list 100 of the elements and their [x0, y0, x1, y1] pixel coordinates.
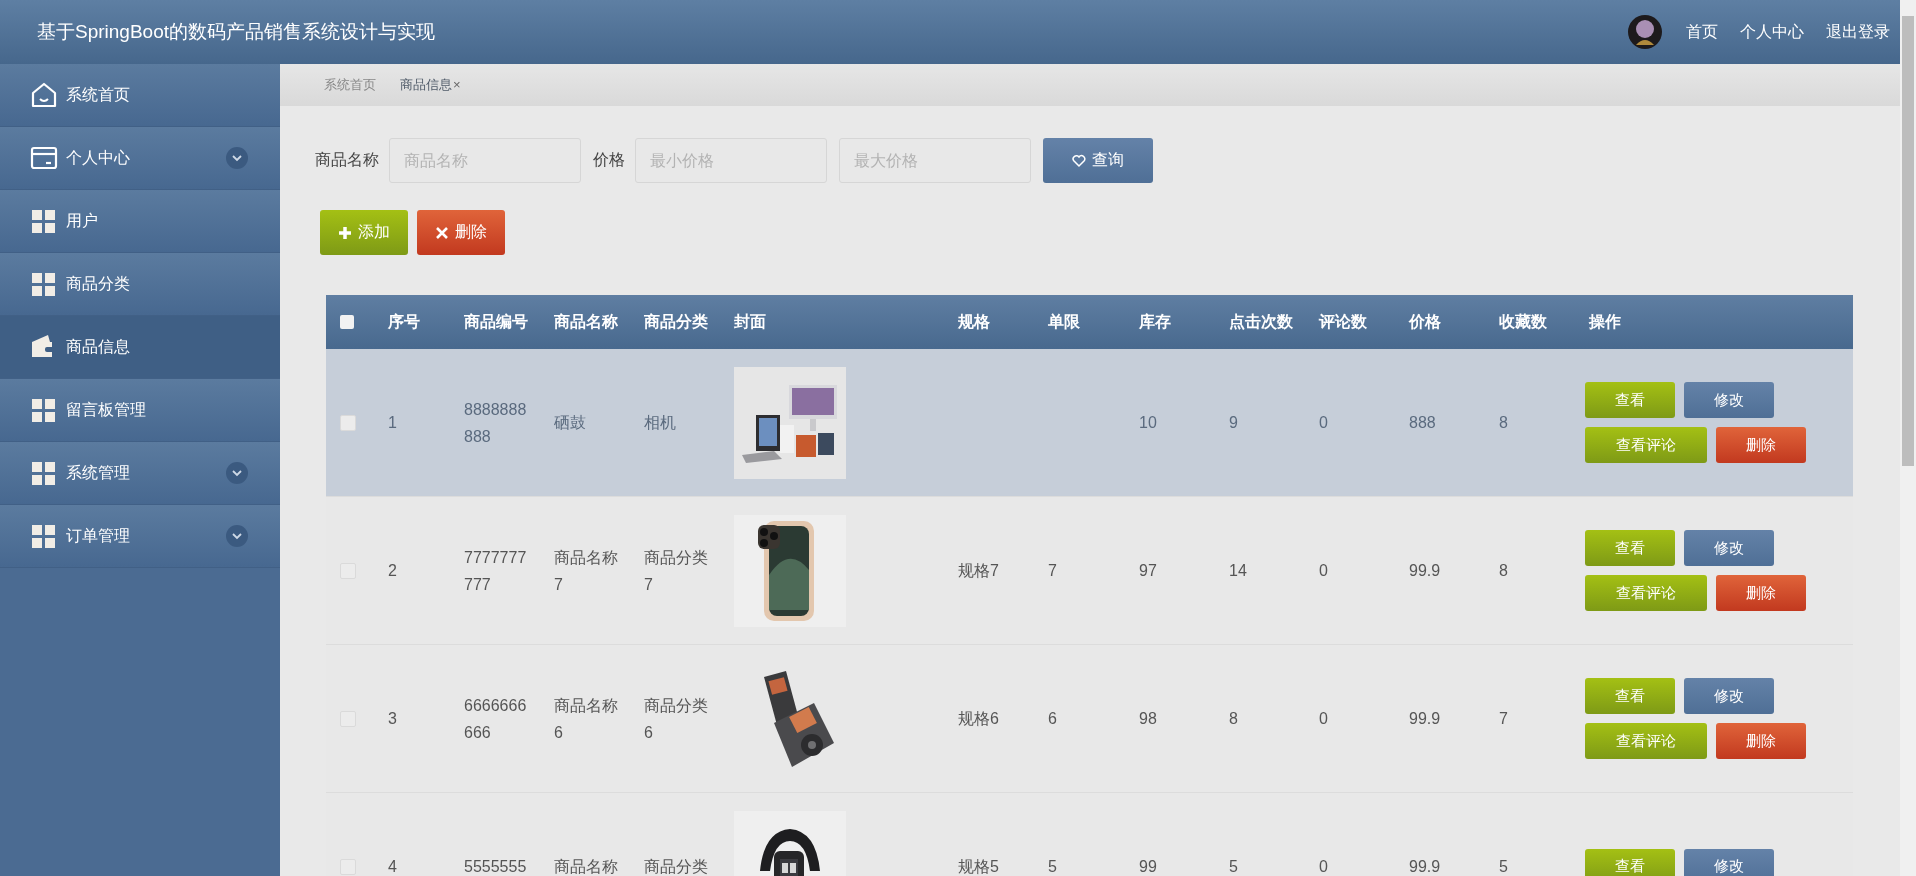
view-button[interactable]: 查看 [1585, 678, 1675, 714]
column-header: 商品分类 [644, 311, 708, 332]
table-cell-text: 4 [388, 857, 397, 876]
sidebar-item[interactable]: 商品信息 [0, 316, 280, 379]
table-cell-text: 9 [1229, 413, 1238, 433]
table-cell-text: 商品分类 [644, 857, 708, 876]
table-cell-text: 99.9 [1409, 561, 1441, 581]
sidebar-item[interactable]: 商品分类 [0, 253, 280, 316]
delete-button[interactable]: 删除 [1716, 723, 1806, 759]
table-cell-text: 8 [1499, 561, 1508, 581]
table-cell-text: 8888888888 [464, 399, 528, 447]
table-cell-text: 888 [1409, 413, 1436, 433]
checkbox[interactable] [340, 315, 354, 329]
column-header: 封面 [734, 311, 766, 332]
grid-icon [30, 459, 58, 487]
nav-link[interactable]: 首页 [1686, 21, 1718, 43]
table-cell-text: 5 [1499, 857, 1508, 876]
table-cell-text: 商品分类6 [644, 695, 709, 743]
nav-link[interactable]: 个人中心 [1740, 21, 1804, 43]
table-cell-text: 99 [1139, 857, 1157, 876]
table-cell-text: 商品名称 [554, 857, 618, 876]
edit-button[interactable]: 修改 [1684, 530, 1774, 566]
sidebar-item[interactable]: 个人中心 [0, 127, 280, 190]
column-header: 商品编号 [464, 311, 528, 332]
scrollbar[interactable] [1900, 0, 1916, 876]
view-button[interactable]: 查看 [1585, 530, 1675, 566]
sidebar-item[interactable]: 系统管理 [0, 442, 280, 505]
table-cell-text: 7 [1499, 709, 1508, 729]
column-header: 收藏数 [1499, 311, 1547, 332]
table-cell-text: 5 [1229, 857, 1238, 876]
comments-button[interactable]: 查看评论 [1585, 575, 1707, 611]
view-button[interactable]: 查看 [1585, 848, 1675, 876]
edit-button[interactable]: 修改 [1684, 678, 1774, 714]
table-cell-text: 97 [1139, 561, 1157, 581]
close-icon [435, 225, 449, 240]
column-header: 库存 [1139, 311, 1171, 332]
table-cell-text: 0 [1319, 709, 1328, 729]
sidebar-label: 系统首页 [66, 84, 131, 105]
sidebar-item[interactable]: 系统首页 [0, 64, 280, 127]
column-header: 序号 [388, 311, 420, 332]
scrollbar-thumb[interactable] [1902, 16, 1914, 466]
field-label: 商品名称 [315, 150, 379, 170]
close-icon[interactable]: × [453, 77, 461, 92]
edit-button[interactable]: 修改 [1684, 382, 1774, 418]
comments-button[interactable]: 查看评论 [1585, 427, 1707, 463]
table-cell-text: 2 [388, 561, 397, 581]
table-cell-text: 10 [1139, 413, 1157, 433]
delete-button[interactable]: 删除 [1716, 575, 1806, 611]
table-cell-text: 商品名称6 [554, 695, 619, 743]
sidebar-item[interactable]: 用户 [0, 190, 280, 253]
column-header: 操作 [1589, 311, 1621, 332]
table-cell-text: 商品名称7 [554, 547, 619, 595]
grid-icon [30, 270, 58, 298]
table-cell-text: 规格5 [958, 857, 999, 876]
sidebar-label: 商品分类 [66, 273, 131, 294]
heart-icon [1072, 153, 1086, 168]
table-cell-text: 硒鼓 [554, 413, 586, 433]
table-cell-text: 5555555 [464, 857, 527, 876]
table-row[interactable]: 1 8888888888 硒鼓 相机 10 9 0 888 8 查看 修改 查看评论 删除 [326, 349, 1853, 497]
sidebar-item[interactable]: 留言板管理 [0, 379, 280, 442]
column-header: 单限 [1048, 311, 1080, 332]
checkbox[interactable] [340, 414, 356, 431]
comments-button[interactable]: 查看评论 [1585, 723, 1707, 759]
table-cell-text: 99.9 [1409, 709, 1441, 729]
sidebar-item[interactable]: 订单管理 [0, 505, 280, 568]
edit-button[interactable]: 修改 [1684, 848, 1774, 876]
sidebar-label: 商品信息 [66, 336, 131, 357]
grid-icon [30, 396, 58, 424]
column-header: 规格 [958, 311, 990, 332]
table-cell-text: 规格7 [958, 561, 999, 581]
table-cell-text: 99.9 [1409, 857, 1441, 876]
table-cell-text: 8 [1229, 709, 1238, 729]
card-icon [30, 144, 58, 172]
breadcrumb-tab[interactable]: 系统首页 [324, 76, 376, 94]
table-cell-text: 6 [1048, 709, 1057, 729]
add-button[interactable]: 添加 [320, 210, 408, 255]
table-cell-text: 14 [1229, 561, 1247, 581]
table-cell-text: 0 [1319, 561, 1328, 581]
column-header: 价格 [1409, 311, 1441, 332]
delete-button[interactable]: 删除 [1716, 427, 1806, 463]
home-icon [30, 81, 58, 109]
table-cell-text: 商品分类7 [644, 547, 709, 595]
plus-icon [338, 225, 352, 240]
table-cell-text: 相机 [644, 413, 676, 433]
column-header: 商品名称 [554, 311, 618, 332]
breadcrumb-tab[interactable]: 商品信息× [400, 76, 461, 94]
table-cell-text: 7777777777 [464, 547, 528, 595]
nav-link[interactable]: 退出登录 [1826, 21, 1890, 43]
table-cell-text: 规格6 [958, 709, 999, 729]
sidebar-label: 个人中心 [66, 147, 131, 168]
column-header: 点击次数 [1229, 311, 1293, 332]
search-button[interactable]: 查询 [1043, 138, 1153, 183]
app-title: 基于SpringBoot的数码产品销售系统设计与实现 [37, 20, 435, 44]
delete-button[interactable]: 删除 [417, 210, 505, 255]
view-button[interactable]: 查看 [1585, 382, 1675, 418]
table-cell-text: 5 [1048, 857, 1057, 876]
table-cell-text: 0 [1319, 857, 1328, 876]
column-header: 评论数 [1319, 311, 1367, 332]
avatar-icon [1628, 15, 1662, 49]
table-cell-text: 8 [1499, 413, 1508, 433]
